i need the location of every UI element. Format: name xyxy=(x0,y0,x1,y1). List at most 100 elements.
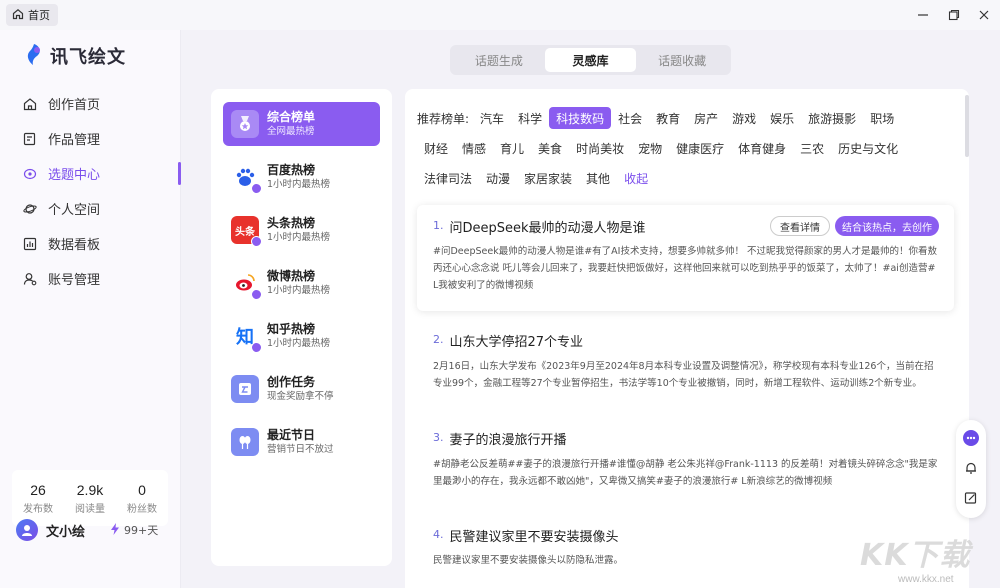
board-title: 百度热榜 xyxy=(267,163,316,177)
tab-topic-favorites[interactable]: 话题收藏 xyxy=(636,48,728,72)
board-subtitle: 现金奖励拿不停 xyxy=(267,391,334,402)
close-button[interactable] xyxy=(974,5,994,25)
category-chip[interactable]: 情感 xyxy=(455,137,493,159)
task-icon xyxy=(231,375,259,403)
category-chip[interactable]: 动漫 xyxy=(479,167,517,189)
sidebar-item-personal-space[interactable]: 个人空间 xyxy=(0,191,181,226)
topic-description: 2月16日，山东大学发布《2023年9月至2024年8月本科专业设置及调整情况》… xyxy=(433,361,934,389)
category-chip[interactable]: 职场 xyxy=(863,107,901,129)
feedback-edit-icon[interactable] xyxy=(961,488,981,508)
logo-icon xyxy=(24,42,44,69)
topic-card[interactable]: 1. 问DeepSeek最帅的动漫人物是谁 查看详情 结合该热点，去创作 #问D… xyxy=(417,205,954,311)
sidebar-item-label: 选题中心 xyxy=(48,168,101,183)
baidu-icon xyxy=(231,163,262,194)
category-chip[interactable]: 社会 xyxy=(611,107,649,129)
collapse-link[interactable]: 收起 xyxy=(617,167,655,189)
category-chip[interactable]: 汽车 xyxy=(473,107,511,129)
board-subtitle: 全网最热榜 xyxy=(267,126,315,137)
home-tab[interactable]: 首页 xyxy=(6,4,58,26)
category-chip[interactable]: 历史与文化 xyxy=(831,137,905,159)
stat-reads[interactable]: 2.9k 阅读量 xyxy=(64,482,116,515)
category-chip[interactable]: 健康医疗 xyxy=(669,137,731,159)
category-chip[interactable]: 科学 xyxy=(511,107,549,129)
board-item-tasks[interactable]: 创作任务 现金奖励拿不停 xyxy=(223,367,380,411)
view-details-button[interactable]: 查看详情 xyxy=(770,216,830,236)
tab-topic-generate[interactable]: 话题生成 xyxy=(453,48,545,72)
topic-number: 1. xyxy=(433,219,444,232)
sidebar-item-label: 作品管理 xyxy=(48,133,101,148)
topic-card[interactable]: 2. 山东大学停招27个专业 2月16日，山东大学发布《2023年9月至2024… xyxy=(417,325,954,415)
topic-number: 2. xyxy=(433,333,444,346)
sidebar-item-topic-center[interactable]: 选题中心 xyxy=(0,156,181,191)
streak-days-label: 99+天 xyxy=(124,524,159,537)
category-chip[interactable]: 教育 xyxy=(649,107,687,129)
board-title: 综合榜单 xyxy=(267,110,316,124)
streak-days[interactable]: 99+天 xyxy=(110,522,158,538)
home-tab-label: 首页 xyxy=(28,9,50,22)
category-chip[interactable]: 体育健身 xyxy=(731,137,793,159)
board-item-toutiao[interactable]: 头条 头条热榜 1小时内最热榜 xyxy=(223,208,380,252)
category-chip[interactable]: 三农 xyxy=(793,137,831,159)
category-chip[interactable]: 美食 xyxy=(531,137,569,159)
category-chip[interactable]: 娱乐 xyxy=(763,107,801,129)
stat-fans[interactable]: 0 粉丝数 xyxy=(116,482,168,515)
board-title: 头条热榜 xyxy=(267,216,316,230)
app-logo: 讯飞绘文 xyxy=(24,42,126,69)
topic-description: #胡静老公反差萌##妻子的浪漫旅行开播#谁懂@胡静 老公朱兆祥@Frank-11… xyxy=(433,459,938,487)
sidebar-item-dashboard[interactable]: 数据看板 xyxy=(0,226,181,261)
board-item-overall[interactable]: 综合榜单 全网最热榜 xyxy=(223,102,380,146)
sidebar-item-works[interactable]: 作品管理 xyxy=(0,121,181,156)
topic-title: 2. 山东大学停招27个专业 xyxy=(433,331,583,350)
topic-title: 4. 民警建议家里不要安装摄像头 xyxy=(433,526,619,545)
floating-toolbar xyxy=(956,420,986,518)
zhihu-icon: 知 xyxy=(231,322,262,353)
stat-label: 粉丝数 xyxy=(127,503,157,515)
assistant-icon[interactable] xyxy=(961,428,981,448)
topic-title-text: 问DeepSeek最帅的动漫人物是谁 xyxy=(449,221,646,236)
board-title: 最近节日 xyxy=(267,428,316,442)
maximize-button[interactable] xyxy=(944,5,964,25)
minimize-button[interactable] xyxy=(913,5,933,25)
scrollbar[interactable] xyxy=(965,95,969,157)
category-chip[interactable]: 财经 xyxy=(417,137,455,159)
topic-card[interactable]: 3. 妻子的浪漫旅行开播 #胡静老公反差萌##妻子的浪漫旅行开播#谁懂@胡静 老… xyxy=(417,423,954,513)
planet-icon xyxy=(22,201,38,217)
sidebar-item-create-home[interactable]: 创作首页 xyxy=(0,86,181,121)
category-label: 推荐榜单: xyxy=(417,111,470,126)
board-subtitle: 1小时内最热榜 xyxy=(267,285,331,296)
category-chip[interactable]: 法律司法 xyxy=(417,167,479,189)
board-item-zhihu[interactable]: 知 知乎热榜 1小时内最热榜 xyxy=(223,314,380,358)
sidebar-item-label: 个人空间 xyxy=(48,203,101,218)
stat-published[interactable]: 26 发布数 xyxy=(12,482,64,515)
board-item-weibo[interactable]: 微博热榜 1小时内最热榜 xyxy=(223,261,380,305)
sidebar-item-account[interactable]: 账号管理 xyxy=(0,261,181,296)
main-tabs: 话题生成 灵感库 话题收藏 xyxy=(450,45,731,75)
board-title: 微博热榜 xyxy=(267,269,316,283)
category-chip[interactable]: 旅游摄影 xyxy=(801,107,863,129)
hot-badge xyxy=(251,236,262,247)
tab-inspiration[interactable]: 灵感库 xyxy=(544,48,637,72)
board-subtitle: 营销节日不放过 xyxy=(267,444,334,455)
category-chip-active[interactable]: 科技数码 xyxy=(549,107,612,129)
category-chip[interactable]: 育儿 xyxy=(493,137,531,159)
bell-icon[interactable] xyxy=(961,458,981,478)
board-title: 创作任务 xyxy=(267,375,316,389)
category-chip[interactable]: 其他 xyxy=(579,167,617,189)
create-from-topic-button[interactable]: 结合该热点，去创作 xyxy=(835,216,939,236)
category-chip[interactable]: 时尚美妆 xyxy=(569,137,631,159)
watermark-url: www.kkx.net xyxy=(898,574,954,585)
category-chip[interactable]: 宠物 xyxy=(631,137,669,159)
edit-doc-icon xyxy=(22,131,38,147)
category-chip[interactable]: 房产 xyxy=(687,107,725,129)
sidebar-item-label: 创作首页 xyxy=(48,98,101,113)
home-icon xyxy=(22,96,38,112)
user-profile[interactable]: 文小绘 xyxy=(16,519,85,541)
category-chip[interactable]: 游戏 xyxy=(725,107,763,129)
user-settings-icon xyxy=(22,271,38,287)
board-item-festivals[interactable]: 最近节日 营销节日不放过 xyxy=(223,420,380,464)
board-item-baidu[interactable]: 百度热榜 1小时内最热榜 xyxy=(223,155,380,199)
hot-badge xyxy=(251,289,262,300)
category-chip[interactable]: 家居家装 xyxy=(517,167,579,189)
target-icon xyxy=(22,166,38,182)
user-stats: 26 发布数 2.9k 阅读量 0 粉丝数 xyxy=(12,470,168,526)
